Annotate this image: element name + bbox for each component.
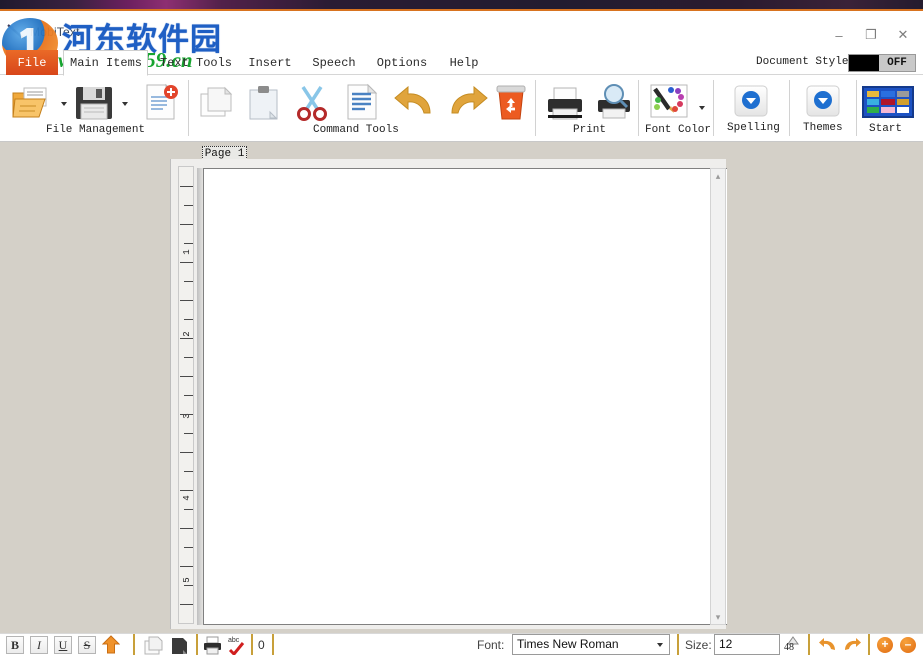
menu-item-speech[interactable]: Speech xyxy=(310,50,358,75)
svg-text:abc: abc xyxy=(228,637,240,644)
menu-item-main-items[interactable]: Main Items xyxy=(70,50,142,75)
ribbon-divider xyxy=(188,80,189,136)
ribbon-divider xyxy=(789,80,790,136)
status-divider xyxy=(868,634,870,655)
open-folder-icon[interactable] xyxy=(10,84,56,127)
counter-value: 0 xyxy=(258,638,265,652)
open-folder-dropdown-caret[interactable] xyxy=(61,102,67,106)
status-divider xyxy=(272,634,274,655)
status-divider xyxy=(133,634,135,655)
printer-icon[interactable] xyxy=(544,86,586,127)
font-label: Font: xyxy=(477,638,505,652)
scroll-up-arrow-icon[interactable]: ▴ xyxy=(711,169,725,183)
italic-button[interactable]: I xyxy=(30,636,48,654)
paste-clipboard-icon[interactable] xyxy=(246,84,282,127)
strikethrough-button[interactable]: S xyxy=(78,636,96,654)
redo-arrow-icon[interactable] xyxy=(444,85,488,125)
copy-icon[interactable] xyxy=(197,84,237,127)
paste-icon[interactable] xyxy=(170,636,189,660)
status-divider xyxy=(677,634,679,655)
menu-item-insert[interactable]: Insert xyxy=(248,50,292,75)
bold-button[interactable]: B xyxy=(6,636,24,654)
ribbon-group-label-command-tools: Command Tools xyxy=(313,124,399,136)
maximize-button[interactable]: ❐ xyxy=(855,22,887,48)
menu-item-file[interactable]: File xyxy=(6,50,58,75)
font-size-max-label: 48 xyxy=(784,642,794,653)
underline-button[interactable]: U xyxy=(54,636,72,654)
ribbon-group-label-file-management: File Management xyxy=(46,124,146,136)
orange-up-arrow-icon[interactable] xyxy=(101,635,121,659)
status-divider xyxy=(808,634,810,655)
zoom-in-button[interactable]: + xyxy=(877,637,893,653)
document-style-label: Document Style: xyxy=(756,56,856,68)
status-divider xyxy=(196,634,198,655)
font-select-chevron-down-icon[interactable] xyxy=(657,643,663,647)
vertical-ruler: 1 2 3 4 5 xyxy=(178,166,194,624)
cut-scissors-icon[interactable] xyxy=(294,82,332,127)
ribbon-group-label-print: Print xyxy=(573,124,607,136)
save-floppy-icon[interactable] xyxy=(72,84,116,127)
ribbon-divider xyxy=(713,80,714,136)
ruler-number: 3 xyxy=(182,413,192,419)
ruler-number: 2 xyxy=(182,331,192,337)
font-color-dropdown-caret[interactable] xyxy=(699,106,705,110)
document-lines-icon[interactable] xyxy=(344,82,380,127)
menu-item-options[interactable]: Options xyxy=(376,50,428,75)
menu-item-text-tools[interactable]: Text Tools xyxy=(160,50,232,75)
ruler-number: 1 xyxy=(182,249,192,255)
decorative-top-banner xyxy=(0,0,923,9)
toggle-knob xyxy=(849,55,879,71)
toggle-state-label: OFF xyxy=(879,55,915,71)
page-tab-strip xyxy=(0,142,923,159)
font-size-label: Size: xyxy=(685,638,712,652)
undo-arrow-icon[interactable] xyxy=(394,85,438,125)
font-size-input[interactable]: 12 xyxy=(714,634,780,655)
status-divider xyxy=(251,634,253,655)
themes-icon[interactable] xyxy=(805,84,841,123)
start-tiles-icon[interactable] xyxy=(862,86,914,123)
printer-icon[interactable] xyxy=(203,636,222,660)
redo-arrow-icon[interactable] xyxy=(842,637,862,658)
spelling-icon[interactable] xyxy=(733,84,769,123)
scroll-down-arrow-icon[interactable]: ▾ xyxy=(711,610,725,624)
font-color-pencil-icon[interactable] xyxy=(647,82,693,127)
document-editing-surface[interactable] xyxy=(203,168,727,625)
undo-arrow-icon[interactable] xyxy=(818,637,838,658)
font-family-select[interactable]: Times New Roman xyxy=(512,634,670,655)
ribbon-divider xyxy=(535,80,536,136)
window-controls: – ❐ ✕ xyxy=(823,22,919,48)
close-button[interactable]: ✕ xyxy=(887,22,919,48)
ribbon-group-label-font-color: Font Color xyxy=(645,124,712,136)
ribbon-group-label-spelling: Spelling xyxy=(727,122,780,134)
print-preview-icon[interactable] xyxy=(592,82,636,127)
copy-icon[interactable] xyxy=(144,636,163,660)
document-style-toggle[interactable]: OFF xyxy=(848,54,916,72)
new-document-icon[interactable] xyxy=(140,82,182,127)
ruler-number: 4 xyxy=(182,495,192,501)
ribbon-group-label-start: Start xyxy=(869,123,903,135)
minimize-button[interactable]: – xyxy=(823,22,855,48)
document-vertical-scrollbar[interactable]: ▴ ▾ xyxy=(710,168,726,625)
abc-spellcheck-icon[interactable]: abc xyxy=(227,634,247,660)
delete-trash-icon[interactable] xyxy=(494,82,528,127)
ribbon-divider xyxy=(856,80,857,136)
ribbon-divider xyxy=(638,80,639,136)
save-dropdown-caret[interactable] xyxy=(122,102,128,106)
menu-item-help[interactable]: Help xyxy=(446,50,482,75)
ribbon-group-label-themes: Themes xyxy=(803,122,843,134)
zoom-out-button[interactable]: – xyxy=(900,637,916,653)
